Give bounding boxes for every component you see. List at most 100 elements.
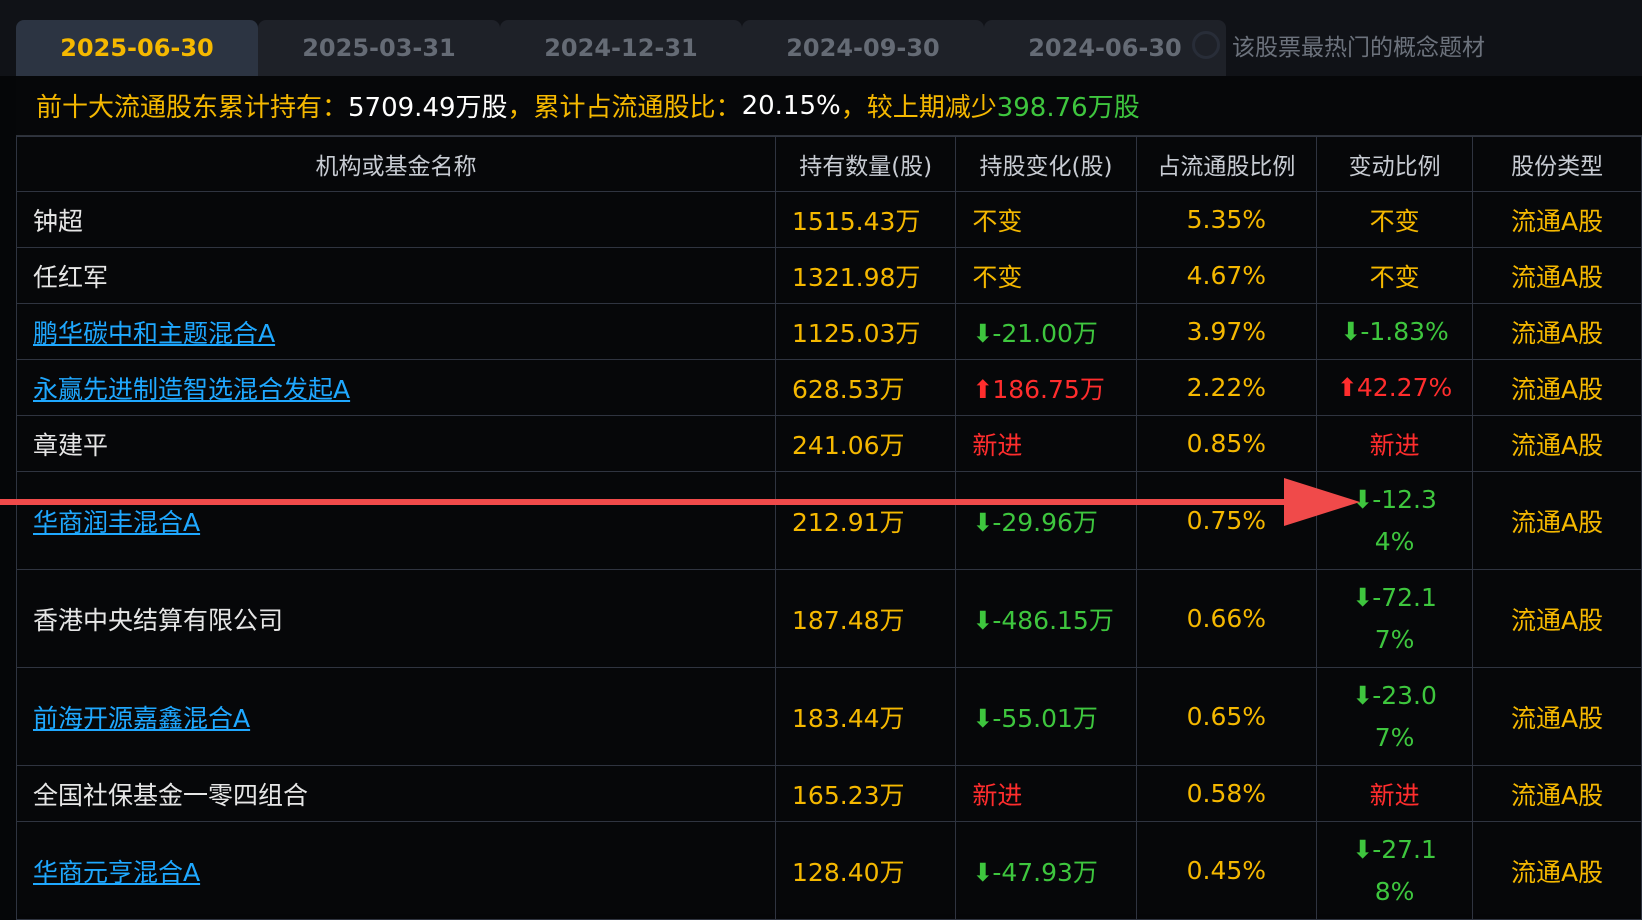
table-row[interactable]: 章建平 241.06万 新进 0.85% 新进 流通A股 [15, 415, 1642, 472]
cell-share-type: 流通A股 [1472, 303, 1642, 360]
table-row[interactable]: 华商元亨混合A 128.40万 ⬇ -47.93万 0.45% ⬇-27.18% 流通A股 [15, 821, 1642, 920]
cell-variation-value: -12.34% [1372, 484, 1437, 556]
cell-name: 华商元亨混合A [15, 821, 777, 920]
cell-variation: ⬇-12.34% [1315, 471, 1474, 570]
arrow-up-icon: ⬆ [1336, 373, 1358, 402]
cell-change: ⬇-55.01万 [955, 667, 1137, 766]
cell-hold: 165.23万 [775, 765, 957, 822]
cell-variation: 不变 [1315, 247, 1474, 304]
cell-change: ⬇-21.00万 [955, 303, 1137, 360]
summary-label-2: ，累计占流通股比： [507, 93, 742, 123]
cell-ratio: 0.65% [1135, 667, 1317, 766]
cell-hold: 187.48万 [775, 569, 957, 668]
cell-variation-value: -1.83% [1360, 317, 1449, 346]
cell-hold: 241.06万 [775, 415, 957, 472]
table-row[interactable]: 鹏华碳中和主题混合A 1125.03万 ⬇-21.00万 3.97% ⬇-1.83% 流通… [15, 303, 1642, 360]
cell-change: ⬇-486.15万 [955, 569, 1137, 668]
cell-hold: 128.40万 [775, 821, 957, 920]
cell-hold: 628.53万 [775, 359, 957, 416]
summary-value-1: 5709.49万股 [348, 93, 508, 123]
header-ratio[interactable]: 占流通股比例 [1135, 136, 1317, 192]
fund-link[interactable]: 华商润丰混合A [33, 508, 200, 537]
cell-share-type: 流通A股 [1472, 667, 1642, 766]
header-variation[interactable]: 变动比例 [1315, 136, 1474, 192]
cell-variation-value: 42.27% [1356, 373, 1453, 402]
summary-value-2: 20.15% [741, 90, 841, 121]
cell-ratio: 0.85% [1135, 415, 1317, 472]
fund-link[interactable]: 永赢先进制造智选混合发起A [33, 375, 350, 404]
arrow-down-icon: ⬇ [972, 507, 994, 537]
holder-name: 香港中央结算有限公司 [33, 605, 284, 635]
cell-variation: ⬇-1.83% [1315, 303, 1474, 360]
cell-hold: 183.44万 [775, 667, 957, 766]
cell-change-value: 不变 [972, 262, 1023, 292]
cell-change: 不变 [955, 247, 1137, 304]
cell-change: ⬇-29.96万 [955, 471, 1137, 570]
cell-share-type: 流通A股 [1472, 415, 1642, 472]
cell-variation-value: -72.17% [1372, 582, 1437, 654]
table-row[interactable]: 华商润丰混合A 212.91万 ⬇-29.96万 0.75% ⬇-12.34% 流通A股 [15, 471, 1642, 570]
concept-search[interactable]: 该股票最热门的概念题材 [1184, 20, 1642, 70]
cell-variation-value: 新进 [1369, 780, 1420, 810]
table-row[interactable]: 前海开源嘉鑫混合A 183.44万 ⬇-55.01万 0.65% ⬇-23.07% 流通A… [15, 667, 1642, 766]
cell-change-value: -486.15万 [992, 605, 1114, 635]
cell-share-type: 流通A股 [1472, 765, 1642, 822]
cell-change: 不变 [955, 191, 1137, 248]
arrow-down-icon: ⬇ [1352, 680, 1374, 710]
header-share-type[interactable]: 股份类型 [1472, 136, 1642, 192]
cell-change-value: -29.96万 [992, 507, 1098, 537]
cell-change-value: 新进 [972, 780, 1023, 810]
cell-share-type: 流通A股 [1472, 247, 1642, 304]
header-name[interactable]: 机构或基金名称 [15, 136, 777, 192]
cell-name: 永赢先进制造智选混合发起A [15, 359, 777, 416]
fund-link[interactable]: 华商元亨混合A [33, 858, 200, 887]
fund-link[interactable]: 前海开源嘉鑫混合A [33, 704, 250, 733]
header-change[interactable]: 持股变化(股) [955, 136, 1137, 192]
table-row[interactable]: 任红军 1321.98万 不变 4.67% 不变 流通A股 [15, 247, 1642, 304]
cell-variation-value: 新进 [1369, 430, 1420, 460]
cell-variation: ⬇-23.07% [1315, 667, 1474, 766]
cell-name: 任红军 [15, 247, 777, 304]
search-placeholder: 该股票最热门的概念题材 [1232, 35, 1485, 61]
table-row[interactable]: 香港中央结算有限公司 187.48万 ⬇-486.15万 0.66% ⬇-72.17% 流… [15, 569, 1642, 668]
table-row[interactable]: 全国社保基金一零四组合 165.23万 新进 0.58% 新进 流通A股 [15, 765, 1642, 822]
cell-change: 新进 [955, 765, 1137, 822]
fund-link[interactable]: 鹏华碳中和主题混合A [33, 319, 275, 348]
cell-share-type: 流通A股 [1472, 821, 1642, 920]
header-hold[interactable]: 持有数量(股) [775, 136, 957, 192]
cell-change-value: -21.00万 [992, 318, 1098, 348]
cell-variation: ⬇-72.17% [1315, 569, 1474, 668]
cell-share-type: 流通A股 [1472, 569, 1642, 668]
cell-change: 新进 [955, 415, 1137, 472]
cell-change-value: 新进 [972, 430, 1023, 460]
arrow-down-icon: ⬇ [972, 318, 994, 348]
cell-variation: ⬇-27.18% [1315, 821, 1474, 920]
cell-name: 鹏华碳中和主题混合A [15, 303, 777, 360]
cell-ratio: 4.67% [1135, 247, 1317, 304]
tab-3[interactable]: 2024-09-30 [742, 20, 984, 76]
cell-share-type: 流通A股 [1472, 191, 1642, 248]
cell-name: 全国社保基金一零四组合 [15, 765, 777, 822]
arrow-down-icon: ⬇ [1352, 834, 1374, 864]
summary-value-3: 398.76万股 [996, 93, 1140, 123]
cell-ratio: 0.45% [1135, 821, 1317, 920]
cell-hold: 1321.98万 [775, 247, 957, 304]
tab-0[interactable]: 2025-06-30 [16, 20, 258, 76]
table-row[interactable]: 钟超 1515.43万 不变 5.35% 不变 流通A股 [15, 191, 1642, 248]
cell-change-value: -47.93万 [992, 857, 1098, 887]
cell-change-value: -55.01万 [992, 703, 1098, 733]
table-row[interactable]: 永赢先进制造智选混合发起A 628.53万 ⬆186.75万 2.22% ⬆42.27%… [15, 359, 1642, 416]
cell-change-value: 186.75万 [992, 374, 1105, 404]
cell-name: 钟超 [15, 191, 777, 248]
tab-2[interactable]: 2024-12-31 [500, 20, 742, 76]
cell-change: ⬆186.75万 [955, 359, 1137, 416]
arrow-up-icon: ⬆ [972, 374, 994, 404]
cell-variation-value: 不变 [1369, 262, 1420, 292]
holders-table: 机构或基金名称 持有数量(股) 持股变化(股) 占流通股比例 变动比例 股份类型… [15, 136, 1642, 920]
cell-variation-value: -27.18% [1372, 834, 1437, 906]
cell-ratio: 0.75% [1135, 471, 1317, 570]
tab-1[interactable]: 2025-03-31 [258, 20, 500, 76]
cell-name: 章建平 [15, 415, 777, 472]
arrow-down-icon: ⬇ [1340, 317, 1362, 346]
holder-name: 钟超 [33, 206, 84, 236]
